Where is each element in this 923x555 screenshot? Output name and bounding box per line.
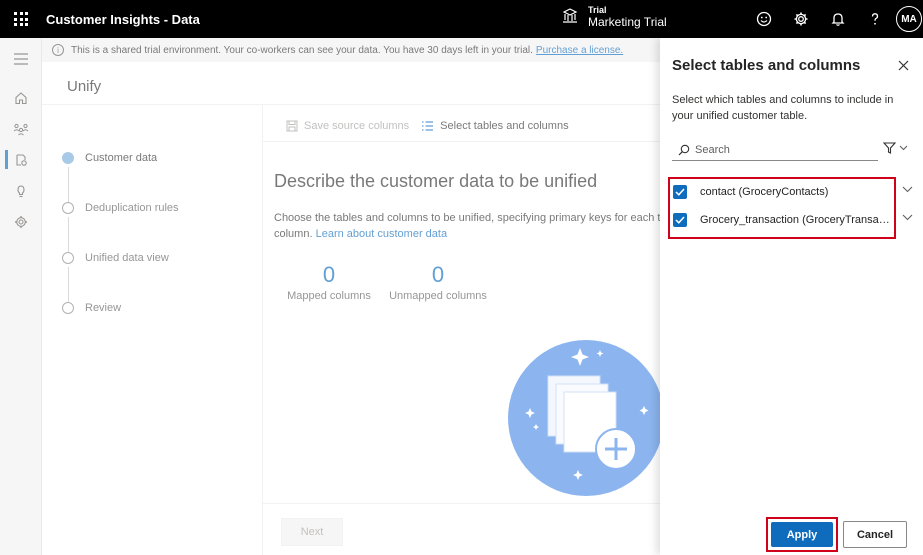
- chevron-down-icon: [899, 145, 908, 151]
- select-tables-panel: Select tables and columns Select which t…: [660, 38, 923, 555]
- apply-button[interactable]: Apply: [771, 522, 833, 547]
- search-icon: [678, 144, 690, 156]
- smiley-icon[interactable]: [745, 0, 782, 38]
- environment-name: Marketing Trial: [588, 15, 667, 29]
- search-input[interactable]: [695, 143, 865, 156]
- help-icon[interactable]: [856, 0, 893, 38]
- panel-overlay[interactable]: [0, 38, 660, 555]
- tables-highlight-box: [668, 177, 896, 239]
- avatar[interactable]: MA: [896, 6, 922, 32]
- top-bar: Customer Insights - Data Trial Marketing…: [0, 0, 923, 38]
- environment-switcher[interactable]: Trial Marketing Trial: [562, 4, 667, 28]
- filter-icon: [883, 142, 896, 154]
- cancel-button[interactable]: Cancel: [843, 521, 907, 548]
- search-box: [672, 139, 878, 161]
- panel-description: Select which tables and columns to inclu…: [672, 94, 894, 122]
- app-title[interactable]: Customer Insights - Data: [46, 12, 200, 27]
- environment-icon: [562, 8, 578, 23]
- filter-button[interactable]: [883, 142, 908, 154]
- close-icon[interactable]: [894, 56, 912, 74]
- gear-icon[interactable]: [782, 0, 819, 38]
- panel-title: Select tables and columns: [672, 57, 861, 74]
- chevron-down-icon[interactable]: [902, 186, 913, 193]
- waffle-icon[interactable]: [0, 0, 42, 38]
- bell-icon[interactable]: [819, 0, 856, 38]
- chevron-down-icon[interactable]: [902, 214, 913, 221]
